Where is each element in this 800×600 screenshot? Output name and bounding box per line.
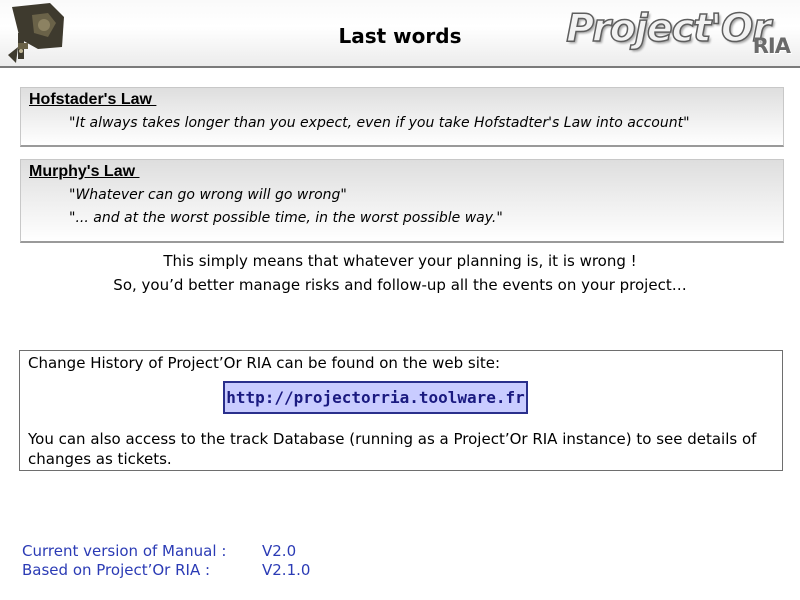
law-quote: "... and at the worst possible time, in …	[69, 210, 503, 226]
summary-line-2: So, you’d better manage risks and follow…	[113, 276, 687, 294]
page-header: Last words Project'Or RIA	[0, 0, 800, 68]
hofstader-law-box: Hofstader's Law "It always takes longer …	[20, 87, 784, 147]
website-link-button[interactable]: http://projectorria.toolware.fr	[223, 381, 528, 414]
murphy-law-box: Murphy's Law "Whatever can go wrong will…	[20, 159, 784, 243]
manual-version-value: V2.0	[262, 542, 297, 560]
brand-logo: Project'Or RIA	[566, 4, 791, 62]
brand-logo-sub: RIA	[752, 34, 791, 58]
brand-logo-main: Project'Or	[566, 5, 772, 51]
change-history-text: Change History of Project’Or RIA can be …	[28, 354, 501, 372]
based-on-version-value: V2.1.0	[262, 561, 311, 579]
based-on-version-label: Based on Project’Or RIA :	[22, 561, 211, 579]
law-quote: "Whatever can go wrong will go wrong"	[69, 187, 347, 203]
law-title: Murphy's Law	[29, 163, 140, 180]
law-quote: "It always takes longer than you expect,…	[69, 115, 690, 131]
change-history-box: Change History of Project’Or RIA can be …	[19, 350, 783, 471]
track-database-text: You can also access to the track Databas…	[28, 430, 757, 468]
manual-version-label: Current version of Manual :	[22, 542, 227, 560]
summary-line-1: This simply means that whatever your pla…	[163, 252, 637, 270]
law-title: Hofstader's Law	[29, 91, 157, 108]
